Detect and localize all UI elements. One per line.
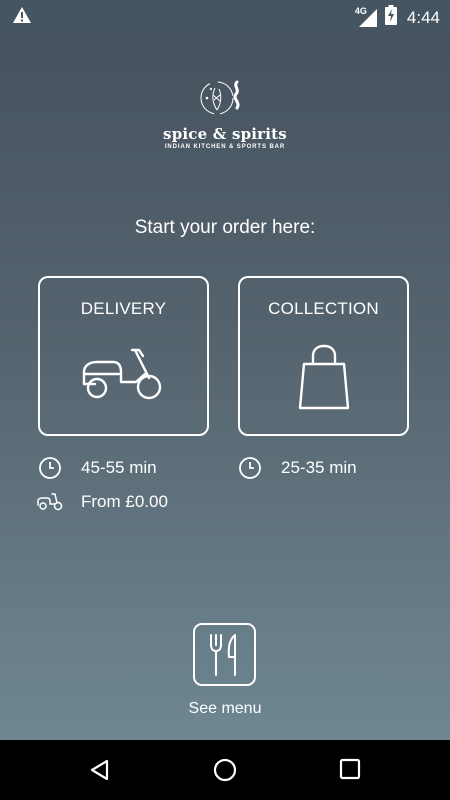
- collection-option-button[interactable]: COLLECTION: [238, 276, 409, 436]
- brand-tagline: INDIAN KITCHEN & SPORTS BAR: [164, 144, 286, 150]
- warning-icon: [12, 6, 32, 29]
- collection-time: 25-35 min: [281, 458, 357, 477]
- battery-icon: [384, 5, 397, 30]
- delivery-label: DELIVERY: [80, 299, 167, 318]
- clock-time: 4:44: [406, 7, 440, 27]
- delivery-time-row: 45-55 min: [37, 456, 157, 480]
- home-icon[interactable]: [213, 758, 237, 787]
- app-screen: spice & spirits INDIAN KITCHEN & SPORTS …: [0, 30, 450, 740]
- scooter-icon: [82, 348, 161, 400]
- network-type: 4G: [354, 5, 367, 16]
- brand-logo: spice & spirits INDIAN KITCHEN & SPORTS …: [0, 78, 450, 150]
- delivery-time: 45-55 min: [81, 458, 157, 477]
- clock-icon: [237, 456, 263, 480]
- back-icon[interactable]: [88, 758, 112, 787]
- see-menu-label: See menu: [188, 700, 262, 717]
- scooter-icon: [37, 493, 63, 511]
- collection-label: COLLECTION: [268, 299, 379, 318]
- brand-name: spice & spirits: [163, 125, 287, 143]
- system-nav-bar: [0, 740, 450, 800]
- collection-time-row: 25-35 min: [237, 456, 357, 480]
- clock-icon: [37, 456, 63, 480]
- recents-icon[interactable]: [339, 758, 361, 785]
- page-title: Start your order here:: [134, 217, 316, 238]
- delivery-fee-row: From £0.00: [37, 492, 168, 512]
- signal-icon: 4G: [354, 5, 379, 28]
- status-bar: 4G 4:44: [0, 0, 450, 30]
- see-menu-button[interactable]: [193, 623, 256, 686]
- cutlery-icon: [209, 633, 236, 676]
- delivery-fee: From £0.00: [81, 492, 168, 511]
- logo-emblem: [200, 80, 240, 115]
- shopping-bag-icon: [298, 344, 349, 410]
- delivery-option-button[interactable]: DELIVERY: [38, 276, 209, 436]
